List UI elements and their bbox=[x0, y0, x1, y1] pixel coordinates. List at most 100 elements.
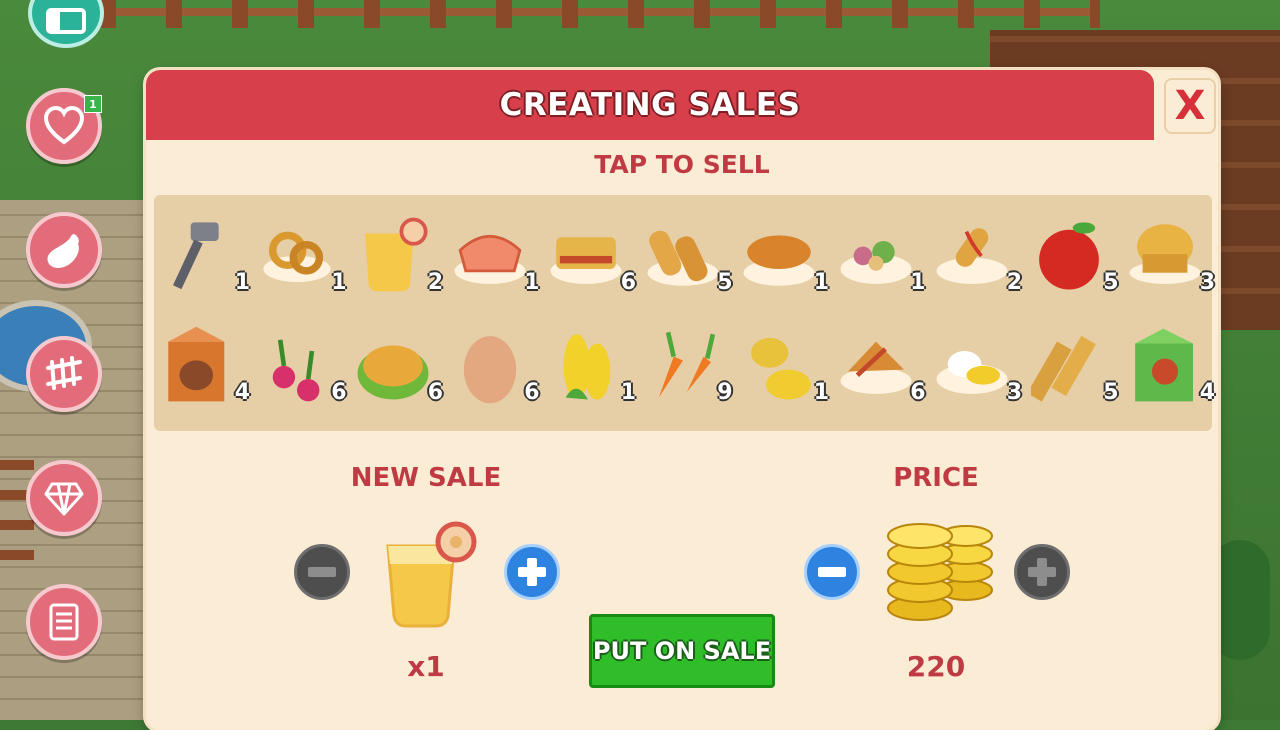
inventory-item-salmon-steak[interactable]: 1 bbox=[446, 205, 542, 305]
item-quantity: 6 bbox=[331, 380, 347, 405]
inventory-item-hammer[interactable]: 1 bbox=[156, 205, 252, 305]
onion-rings-icon bbox=[262, 231, 331, 283]
dialog-header: CREATING SALES bbox=[146, 70, 1154, 140]
inventory-item-apple[interactable]: 5 bbox=[1025, 205, 1121, 305]
diamond-button[interactable] bbox=[26, 460, 102, 536]
list-icon bbox=[49, 603, 79, 641]
shop-button[interactable] bbox=[26, 212, 102, 288]
inventory-item-wood-planks[interactable]: 5 bbox=[1025, 315, 1121, 415]
dialog-title: CREATING SALES bbox=[499, 87, 801, 123]
increase-price-button[interactable] bbox=[1014, 544, 1070, 600]
inventory-item-salad[interactable]: 1 bbox=[832, 205, 928, 305]
item-quantity: 5 bbox=[717, 270, 733, 295]
item-quantity: 6 bbox=[620, 270, 636, 295]
dialog-subtitle: TAP TO SELL bbox=[594, 150, 770, 179]
inventory-item-apple-juice[interactable]: 2 bbox=[349, 205, 445, 305]
inventory-item-carrot[interactable]: 9 bbox=[639, 315, 735, 415]
item-quantity: 4 bbox=[1199, 380, 1215, 405]
item-quantity: 5 bbox=[1103, 270, 1119, 295]
spring-rolls-icon bbox=[647, 230, 718, 286]
sale-quantity: x1 bbox=[407, 650, 445, 683]
heart-icon bbox=[43, 105, 85, 145]
inventory-item-onion-rings[interactable]: 1 bbox=[253, 205, 349, 305]
chicken-feed-box-icon bbox=[1135, 328, 1193, 402]
item-quantity: 6 bbox=[427, 380, 443, 405]
salmon-steak-icon bbox=[454, 235, 525, 284]
decrease-price-button[interactable] bbox=[804, 544, 860, 600]
milk-carton-icon bbox=[168, 326, 225, 402]
pasta-bowl-icon bbox=[357, 345, 429, 400]
egg-icon bbox=[463, 336, 516, 404]
inventory-item-egg[interactable]: 6 bbox=[446, 315, 542, 415]
notification-badge: 1 bbox=[84, 95, 102, 113]
item-quantity: 1 bbox=[331, 270, 347, 295]
item-quantity: 6 bbox=[524, 380, 540, 405]
minus-icon bbox=[308, 567, 336, 577]
inventory-item-roasted-corn[interactable]: 1 bbox=[735, 205, 831, 305]
roasted-corn-icon bbox=[743, 235, 815, 286]
diamond-icon bbox=[44, 482, 84, 516]
price-label: PRICE bbox=[893, 463, 979, 493]
screen-icon bbox=[46, 8, 86, 34]
radish-icon bbox=[272, 339, 319, 402]
item-quantity: 2 bbox=[1006, 270, 1022, 295]
item-quantity: 1 bbox=[813, 270, 829, 295]
inventory-item-pasta-bowl[interactable]: 6 bbox=[349, 315, 445, 415]
bacon-casserole-icon bbox=[550, 237, 622, 284]
inventory-item-poached-egg[interactable]: 3 bbox=[928, 315, 1024, 415]
apple-icon bbox=[1038, 222, 1099, 290]
item-quantity: 2 bbox=[427, 270, 443, 295]
inventory-item-radish[interactable]: 6 bbox=[253, 315, 349, 415]
lemon-icon bbox=[751, 337, 811, 400]
item-quantity: 5 bbox=[1103, 380, 1119, 405]
salad-icon bbox=[840, 241, 911, 284]
wood-planks-icon bbox=[1030, 335, 1096, 402]
creating-sales-dialog: CREATING SALES TAP TO SELL 1 1 2 1 6 5 1 1 2 5 3 4 6… bbox=[146, 70, 1218, 730]
coins-icon bbox=[887, 523, 993, 621]
inventory-item-bacon-casserole[interactable]: 6 bbox=[542, 205, 638, 305]
increase-quantity-button[interactable] bbox=[504, 544, 560, 600]
item-quantity: 4 bbox=[234, 380, 250, 405]
inventory-item-muffin[interactable]: 3 bbox=[1121, 205, 1217, 305]
rail-button[interactable] bbox=[26, 336, 102, 412]
inventory-grid: 1 1 2 1 6 5 1 1 2 5 3 4 6 6 6 1 9 1 6 3 5 4 bbox=[154, 195, 1215, 431]
hammer-icon bbox=[172, 222, 219, 290]
apple-juice-icon bbox=[365, 217, 428, 292]
item-quantity: 3 bbox=[1199, 270, 1215, 295]
item-quantity: 1 bbox=[620, 380, 636, 405]
potato-wedges-icon bbox=[840, 341, 911, 394]
item-quantity: 1 bbox=[813, 380, 829, 405]
plus-icon-v bbox=[527, 558, 537, 586]
corn-dog-icon bbox=[936, 228, 1008, 284]
item-quantity: 1 bbox=[234, 270, 250, 295]
item-quantity: 3 bbox=[1006, 380, 1022, 405]
item-quantity: 9 bbox=[717, 380, 733, 405]
eggplant-icon bbox=[47, 234, 79, 268]
close-button[interactable]: X bbox=[1164, 78, 1216, 134]
poached-egg-icon bbox=[936, 351, 1008, 394]
tree bbox=[1210, 540, 1270, 660]
new-sale-label: NEW SALE bbox=[350, 463, 502, 493]
item-quantity: 6 bbox=[910, 380, 926, 405]
rail-track-icon bbox=[46, 356, 82, 390]
orders-button[interactable] bbox=[26, 584, 102, 660]
decrease-quantity-button[interactable] bbox=[294, 544, 350, 600]
inventory-item-corn[interactable]: 1 bbox=[542, 315, 638, 415]
selected-item-icon bbox=[386, 521, 477, 628]
corn-icon bbox=[563, 334, 611, 400]
minus-icon bbox=[818, 567, 846, 577]
price-value: 220 bbox=[906, 650, 966, 683]
put-on-sale-button[interactable]: PUT ON SALE bbox=[589, 614, 775, 688]
item-quantity: 1 bbox=[910, 270, 926, 295]
plus-icon-v bbox=[1037, 558, 1047, 586]
inventory-item-potato-wedges[interactable]: 6 bbox=[832, 315, 928, 415]
inventory-item-corn-dog[interactable]: 2 bbox=[928, 205, 1024, 305]
inventory-item-spring-rolls[interactable]: 5 bbox=[639, 205, 735, 305]
muffin-icon bbox=[1129, 224, 1201, 284]
inventory-item-chicken-feed-box[interactable]: 4 bbox=[1121, 315, 1217, 415]
carrot-icon bbox=[658, 331, 715, 398]
fence bbox=[100, 0, 1100, 28]
inventory-item-lemon[interactable]: 1 bbox=[735, 315, 831, 415]
item-quantity: 1 bbox=[524, 270, 540, 295]
inventory-item-milk-carton[interactable]: 4 bbox=[156, 315, 252, 415]
